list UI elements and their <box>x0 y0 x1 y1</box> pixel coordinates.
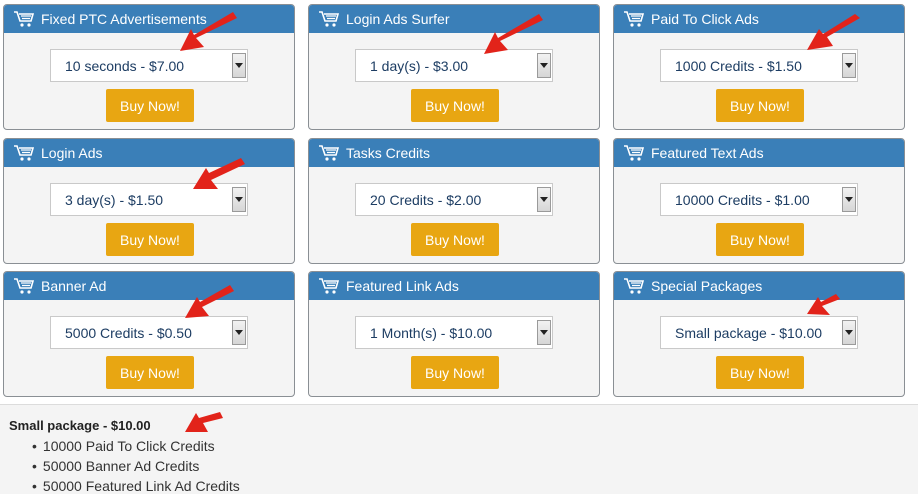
card-title: Banner Ad <box>41 278 107 294</box>
chevron-down-icon[interactable] <box>232 53 246 78</box>
buy-now-button[interactable]: Buy Now! <box>106 356 194 389</box>
chevron-down-icon[interactable] <box>842 320 856 345</box>
card-header: Fixed PTC Advertisements <box>4 5 294 33</box>
cart-icon <box>319 11 340 27</box>
cart-icon <box>624 11 645 27</box>
buy-now-button[interactable]: Buy Now! <box>106 223 194 256</box>
card-title: Login Ads Surfer <box>346 11 450 27</box>
cart-icon <box>624 145 645 161</box>
package-details: Small package - $10.00 10000 Paid To Cli… <box>0 404 918 494</box>
card-title: Paid To Click Ads <box>651 11 759 27</box>
card-fixed-ptc: Fixed PTC Advertisements 10 seconds - $7… <box>3 4 295 130</box>
card-title: Tasks Credits <box>346 145 431 161</box>
chevron-down-icon[interactable] <box>537 320 551 345</box>
card-special-packages: Special Packages Small package - $10.00 … <box>613 271 905 397</box>
selected-option: 1 Month(s) - $10.00 <box>370 325 493 341</box>
selected-option: 5000 Credits - $0.50 <box>65 325 192 341</box>
option-select[interactable]: 20 Credits - $2.00 <box>355 183 553 216</box>
cart-icon <box>319 278 340 294</box>
card-login-ads: Login Ads 3 day(s) - $1.50 Buy Now! <box>3 138 295 264</box>
cart-icon <box>319 145 340 161</box>
buy-now-button[interactable]: Buy Now! <box>106 89 194 122</box>
selected-option: 1 day(s) - $3.00 <box>370 58 469 74</box>
cart-icon <box>14 11 35 27</box>
card-header: Login Ads <box>4 139 294 167</box>
card-title: Fixed PTC Advertisements <box>41 11 207 27</box>
cart-icon <box>624 278 645 294</box>
selected-option: 10000 Credits - $1.00 <box>675 192 810 208</box>
card-title: Login Ads <box>41 145 103 161</box>
card-header: Paid To Click Ads <box>614 5 904 33</box>
card-tasks-credits: Tasks Credits 20 Credits - $2.00 Buy Now… <box>308 138 600 264</box>
selected-option: 1000 Credits - $1.50 <box>675 58 802 74</box>
option-select[interactable]: Small package - $10.00 <box>660 316 858 349</box>
selected-option: 10 seconds - $7.00 <box>65 58 185 74</box>
cart-icon <box>14 145 35 161</box>
card-banner-ad: Banner Ad 5000 Credits - $0.50 Buy Now! <box>3 271 295 397</box>
chevron-down-icon[interactable] <box>232 187 246 212</box>
option-select[interactable]: 10000 Credits - $1.00 <box>660 183 858 216</box>
card-header: Featured Text Ads <box>614 139 904 167</box>
card-featured-link-ads: Featured Link Ads 1 Month(s) - $10.00 Bu… <box>308 271 600 397</box>
list-item: 50000 Featured Link Ad Credits <box>32 476 240 496</box>
package-title: Small package - $10.00 <box>9 418 151 433</box>
option-select[interactable]: 10 seconds - $7.00 <box>50 49 248 82</box>
chevron-down-icon[interactable] <box>232 320 246 345</box>
card-header: Featured Link Ads <box>309 272 599 300</box>
buy-now-button[interactable]: Buy Now! <box>716 89 804 122</box>
selected-option: Small package - $10.00 <box>675 325 823 341</box>
option-select[interactable]: 3 day(s) - $1.50 <box>50 183 248 216</box>
card-header: Login Ads Surfer <box>309 5 599 33</box>
option-select[interactable]: 5000 Credits - $0.50 <box>50 316 248 349</box>
chevron-down-icon[interactable] <box>537 187 551 212</box>
buy-now-button[interactable]: Buy Now! <box>411 356 499 389</box>
chevron-down-icon[interactable] <box>537 53 551 78</box>
option-select[interactable]: 1 day(s) - $3.00 <box>355 49 553 82</box>
card-title: Special Packages <box>651 278 763 294</box>
card-header: Banner Ad <box>4 272 294 300</box>
list-item: 50000 Banner Ad Credits <box>32 456 240 476</box>
buy-now-button[interactable]: Buy Now! <box>411 89 499 122</box>
list-item: 10000 Paid To Click Credits <box>32 436 240 456</box>
buy-now-button[interactable]: Buy Now! <box>716 356 804 389</box>
buy-now-button[interactable]: Buy Now! <box>411 223 499 256</box>
card-header: Tasks Credits <box>309 139 599 167</box>
card-paid-to-click-ads: Paid To Click Ads 1000 Credits - $1.50 B… <box>613 4 905 130</box>
package-items: 10000 Paid To Click Credits 50000 Banner… <box>32 436 240 496</box>
card-header: Special Packages <box>614 272 904 300</box>
chevron-down-icon[interactable] <box>842 53 856 78</box>
card-title: Featured Link Ads <box>346 278 459 294</box>
card-login-ads-surfer: Login Ads Surfer 1 day(s) - $3.00 Buy No… <box>308 4 600 130</box>
selected-option: 20 Credits - $2.00 <box>370 192 482 208</box>
buy-now-button[interactable]: Buy Now! <box>716 223 804 256</box>
card-title: Featured Text Ads <box>651 145 764 161</box>
option-select[interactable]: 1 Month(s) - $10.00 <box>355 316 553 349</box>
chevron-down-icon[interactable] <box>842 187 856 212</box>
selected-option: 3 day(s) - $1.50 <box>65 192 164 208</box>
option-select[interactable]: 1000 Credits - $1.50 <box>660 49 858 82</box>
cart-icon <box>14 278 35 294</box>
card-featured-text-ads: Featured Text Ads 10000 Credits - $1.00 … <box>613 138 905 264</box>
